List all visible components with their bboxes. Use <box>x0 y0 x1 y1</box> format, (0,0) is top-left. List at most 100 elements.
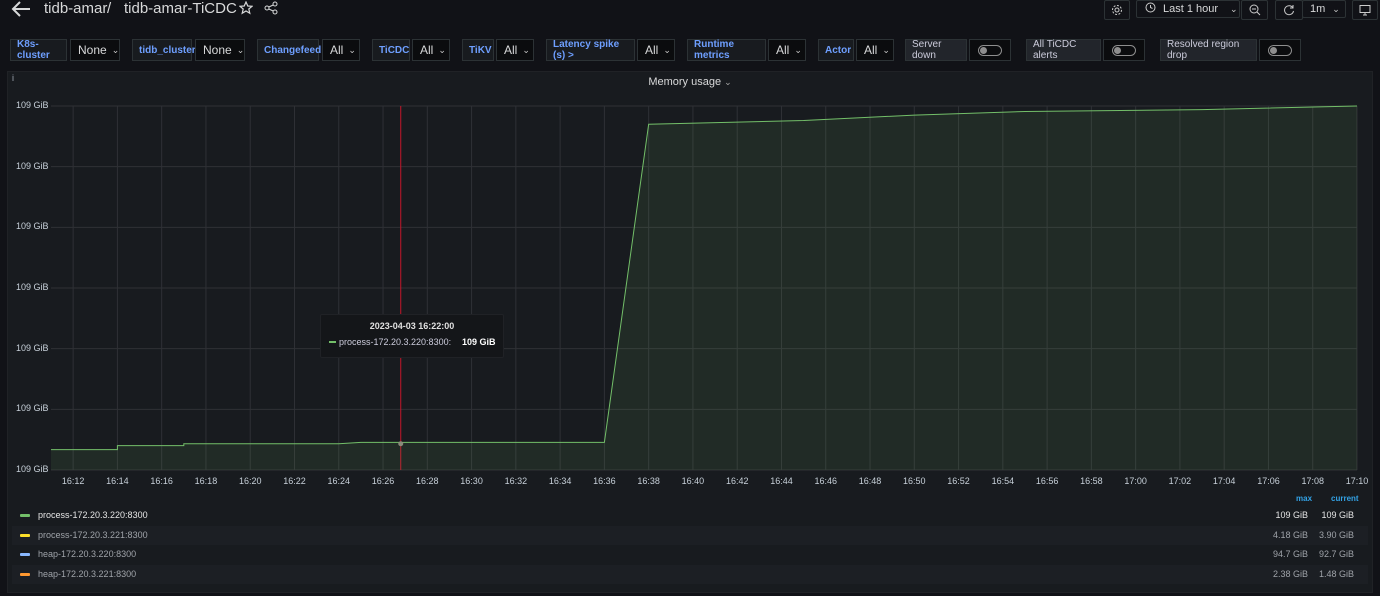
chevron-down-icon: ⌄ <box>724 77 732 87</box>
toggle-switch[interactable] <box>1112 45 1136 56</box>
chevron-down-icon: ⌄ <box>522 44 530 55</box>
toggle-resolved-region-drop[interactable] <box>1259 39 1301 61</box>
x-tick-label: 16:46 <box>814 476 837 486</box>
y-tick-label: 109 GiB <box>16 464 49 474</box>
settings-gear-icon[interactable] <box>1104 0 1130 20</box>
star-icon[interactable] <box>238 0 254 20</box>
variable-value: All <box>645 43 659 57</box>
legend-swatch[interactable] <box>20 553 30 556</box>
toggle-all-ticdc-alerts[interactable] <box>1103 39 1145 61</box>
chevron-down-icon: ⌄ <box>1230 3 1238 14</box>
toggle-switch[interactable] <box>1268 45 1292 56</box>
toggle-server-down[interactable] <box>969 39 1011 61</box>
variable-select-k8s-cluster[interactable]: None ⌄ <box>70 39 120 61</box>
toggle-switch[interactable] <box>978 45 1002 56</box>
chevron-down-icon: ⌄ <box>882 44 890 55</box>
chevron-down-icon: ⌄ <box>794 44 802 55</box>
variable-value: All <box>776 43 790 57</box>
variable-value: None <box>203 43 232 57</box>
tooltip-value: 109 GiB <box>462 337 496 347</box>
tooltip-time: 2023-04-03 16:22:00 <box>369 321 455 331</box>
variable-select-ticdc[interactable]: All ⌄ <box>412 39 450 61</box>
legend-series-name[interactable]: heap-172.20.3.221:8300 <box>38 569 136 579</box>
tooltip-swatch <box>329 341 336 343</box>
legend-header-max[interactable]: max <box>1296 494 1312 503</box>
x-tick-label: 16:44 <box>770 476 793 486</box>
variable-label-changefeed: Changefeed <box>257 39 321 61</box>
variable-select-actor[interactable]: All ⌄ <box>856 39 894 61</box>
variable-label-tikv: TiKV <box>462 39 494 61</box>
page-title[interactable]: tidb-amar-TiCDC <box>124 0 237 17</box>
variable-select-tikv[interactable]: All ⌄ <box>496 39 534 61</box>
share-icon[interactable] <box>264 1 278 20</box>
zoom-out-icon[interactable] <box>1241 0 1268 20</box>
x-tick-label: 17:10 <box>1345 476 1369 486</box>
legend-row[interactable]: heap-172.20.3.221:8300 2.38 GiB 1.48 GiB <box>12 564 1368 584</box>
x-tick-label: 16:24 <box>327 476 351 486</box>
clock-icon <box>1145 0 1156 18</box>
legend-series-name[interactable]: process-172.20.3.220:8300 <box>38 510 148 520</box>
variable-select-runtime-metrics[interactable]: All ⌄ <box>768 39 806 61</box>
legend-swatch[interactable] <box>20 533 30 537</box>
legend-row[interactable]: process-172.20.3.220:8300 109 GiB 109 GiB <box>12 506 1368 525</box>
y-tick-label: 109 GiB <box>16 282 49 292</box>
legend-max-value: 109 GiB <box>1275 510 1308 520</box>
x-tick-label: 17:08 <box>1301 476 1324 486</box>
breadcrumb-folder[interactable]: tidb-amar <box>44 0 107 17</box>
toggle-label-server-down: Server down <box>905 39 967 61</box>
legend-swatch[interactable] <box>20 514 30 517</box>
back-arrow-icon[interactable] <box>10 0 34 18</box>
y-tick-label: 109 GiB <box>16 403 49 414</box>
refresh-interval-picker[interactable]: 1m ⌄ <box>1302 0 1346 18</box>
x-tick-label: 16:34 <box>548 476 572 486</box>
refresh-interval-label: 1m <box>1310 3 1326 15</box>
x-tick-label: 16:50 <box>903 476 926 486</box>
x-tick-label: 16:22 <box>283 476 306 486</box>
x-tick-label: 16:28 <box>416 476 439 486</box>
variable-select-changefeed[interactable]: All ⌄ <box>322 39 360 61</box>
legend-swatch[interactable] <box>20 572 30 576</box>
variable-value: None <box>78 43 107 57</box>
time-range-picker[interactable]: Last 1 hour ⌄ <box>1136 0 1240 18</box>
panel-title[interactable]: Memory usage ⌄ <box>0 76 1380 88</box>
time-range-label: Last 1 hour <box>1163 3 1219 15</box>
variable-label-runtime-metrics: Runtime metrics <box>687 39 766 61</box>
y-tick-label: 109 GiB <box>16 100 49 110</box>
variable-select-latency-spike[interactable]: All ⌄ <box>637 39 675 61</box>
legend-max-value: 2.38 GiB <box>1272 568 1308 579</box>
chevron-down-icon: ⌄ <box>663 44 671 55</box>
y-tick-label: 109 GiB <box>16 160 49 171</box>
variable-select-tidb-cluster[interactable]: None ⌄ <box>195 39 245 61</box>
breadcrumb-separator: / <box>107 0 112 17</box>
panel-title-text: Memory usage <box>648 76 722 88</box>
legend-max-value: 94.7 GiB <box>1272 549 1308 559</box>
legend-row[interactable]: process-172.20.3.221:8300 4.18 GiB 3.90 Gi… <box>12 525 1368 545</box>
legend-current-value: 1.48 GiB <box>1318 568 1354 579</box>
refresh-icon[interactable] <box>1275 0 1303 20</box>
variable-value: All <box>420 43 434 57</box>
chevron-down-icon: ⌄ <box>1332 3 1340 14</box>
tooltip-series-row: process-172.20.3.220:8300: <box>329 337 451 347</box>
x-tick-label: 17:02 <box>1168 476 1192 486</box>
x-tick-label: 16:14 <box>106 476 129 486</box>
variable-label-k8s-cluster: K8s-cluster <box>10 39 67 61</box>
x-tick-label: 16:56 <box>1035 476 1059 486</box>
tv-mode-icon[interactable] <box>1352 0 1378 20</box>
variable-label-tidb-cluster: tidb_cluster <box>132 39 196 61</box>
x-tick-label: 16:52 <box>947 476 970 486</box>
x-tick-label: 16:16 <box>150 476 173 486</box>
legend-current-value: 109 GiB <box>1321 510 1354 520</box>
chevron-down-icon: ⌄ <box>348 44 356 55</box>
legend-header-current[interactable]: current <box>1331 494 1359 503</box>
legend-row[interactable]: heap-172.20.3.220:8300 94.7 GiB 92.7 GiB <box>12 545 1368 564</box>
legend-series-name[interactable]: process-172.20.3.221:8300 <box>38 530 148 540</box>
variable-value: All <box>330 43 344 57</box>
x-tick-label: 16:48 <box>858 476 882 486</box>
y-tick-label: 109 GiB <box>16 221 49 232</box>
legend-current-value: 92.7 GiB <box>1318 549 1354 559</box>
x-tick-label: 16:26 <box>371 476 395 486</box>
x-tick-label: 16:20 <box>238 476 262 486</box>
x-tick-label: 16:54 <box>991 476 1015 486</box>
x-tick-label: 17:00 <box>1124 476 1147 486</box>
legend-series-name[interactable]: heap-172.20.3.220:8300 <box>38 549 136 559</box>
